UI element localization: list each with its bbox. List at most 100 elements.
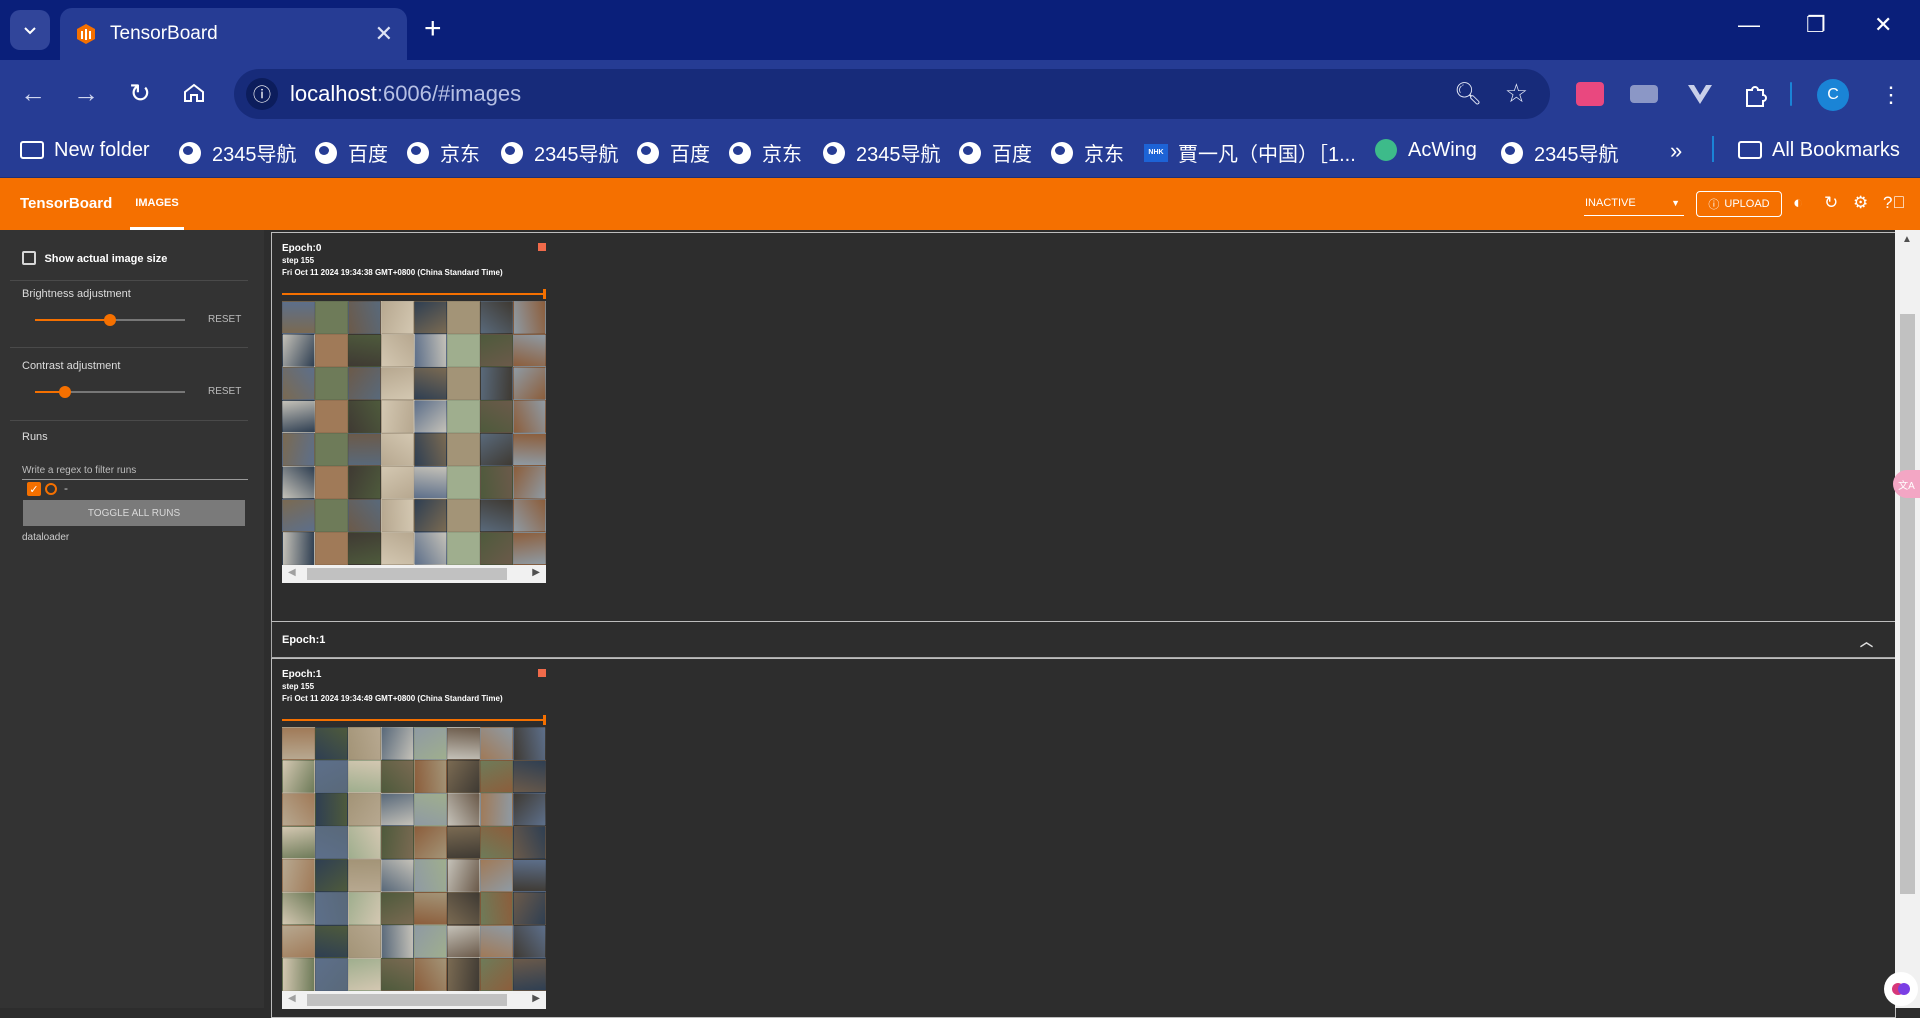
all-bookmarks[interactable]: All Bookmarks bbox=[1738, 138, 1900, 162]
menu-kebab-icon[interactable]: ⋮ bbox=[1880, 82, 1908, 107]
scroll-left-icon[interactable]: ◀ bbox=[288, 993, 296, 1004]
restore-button[interactable]: ❐ bbox=[1806, 12, 1826, 38]
globe-icon bbox=[728, 141, 752, 165]
show-actual-size-option[interactable]: Show actual image size bbox=[22, 249, 167, 267]
minimize-button[interactable]: — bbox=[1738, 12, 1760, 38]
tensorboard-brand[interactable]: TensorBoard bbox=[20, 195, 112, 212]
scroll-up-icon[interactable]: ▲ bbox=[1902, 234, 1912, 245]
back-button[interactable]: ← bbox=[15, 75, 51, 111]
assistant-brain-icon[interactable] bbox=[1884, 972, 1918, 1006]
url-text[interactable]: localhost:6006/#images bbox=[290, 81, 521, 107]
tab-search-button[interactable] bbox=[10, 10, 50, 50]
image-thumbnail bbox=[447, 793, 480, 826]
image-thumbnail bbox=[447, 892, 480, 925]
scrollbar-thumb[interactable] bbox=[1900, 314, 1915, 894]
bookmark-2345-3[interactable]: 2345导航 bbox=[822, 138, 941, 167]
address-bar[interactable]: ⓘ localhost:6006/#images 🔍︎ ☆ bbox=[234, 69, 1550, 119]
brightness-reset-button[interactable]: RESET bbox=[208, 314, 241, 325]
pin-icon[interactable] bbox=[538, 243, 546, 251]
bookmark-2345-2[interactable]: 2345导航 bbox=[500, 138, 619, 167]
image-thumbnail bbox=[513, 925, 546, 958]
scroll-right-icon[interactable]: ▶ bbox=[532, 567, 540, 578]
contrast-reset-button[interactable]: RESET bbox=[208, 386, 241, 397]
image-thumbnail bbox=[381, 892, 414, 925]
image-thumbnail bbox=[480, 958, 513, 991]
image-card-epoch1: Epoch:1 step 155 Fri Oct 11 2024 19:34:4… bbox=[271, 658, 1896, 1018]
home-button[interactable] bbox=[176, 75, 212, 111]
scrollbar-thumb[interactable] bbox=[307, 568, 507, 580]
bookmark-2345-4[interactable]: 2345导航 bbox=[1500, 138, 1619, 167]
brightness-slider[interactable] bbox=[35, 314, 185, 326]
image-thumbnail bbox=[348, 793, 381, 826]
upload-button[interactable]: ⓘ UPLOAD bbox=[1696, 191, 1782, 217]
browser-tab[interactable]: TensorBoard ✕ bbox=[60, 8, 407, 60]
image-thumbnail bbox=[348, 466, 381, 499]
contrast-slider[interactable] bbox=[35, 386, 185, 398]
plugin-select[interactable]: INACTIVE ▼ bbox=[1584, 192, 1684, 216]
new-tab-button[interactable]: + bbox=[424, 14, 442, 44]
image-thumbnail bbox=[315, 958, 348, 991]
profile-avatar[interactable]: C bbox=[1817, 79, 1849, 111]
step-slider-thumb[interactable] bbox=[543, 289, 546, 299]
image-thumbnail bbox=[480, 334, 513, 367]
bookmark-acwing[interactable]: AcWing bbox=[1374, 138, 1477, 162]
scrollbar-thumb[interactable] bbox=[307, 994, 507, 1006]
reload-button[interactable]: ↻ bbox=[122, 75, 158, 111]
help-icon[interactable]: ?⃝ bbox=[1883, 193, 1905, 213]
step-slider[interactable] bbox=[282, 293, 546, 295]
bookmark-star-icon[interactable]: ☆ bbox=[1505, 78, 1528, 109]
image-thumbnail bbox=[513, 367, 546, 400]
bookmark-baidu-3[interactable]: 百度 bbox=[958, 138, 1032, 167]
image-thumbnail bbox=[348, 433, 381, 466]
dataloader-label: dataloader bbox=[22, 532, 70, 543]
image-thumbnail bbox=[447, 760, 480, 793]
extensions-puzzle-icon[interactable] bbox=[1742, 82, 1770, 107]
pin-icon[interactable] bbox=[538, 669, 546, 677]
runs-filter-input[interactable]: Write a regex to filter runs bbox=[22, 456, 248, 480]
scroll-left-icon[interactable]: ◀ bbox=[288, 567, 296, 578]
bookmark-nhk[interactable]: NHK 賈一凡（中国）［1... bbox=[1144, 138, 1356, 167]
image-thumbnail bbox=[315, 532, 348, 565]
bookmark-jd-1[interactable]: 京东 bbox=[406, 138, 480, 167]
horizontal-scrollbar[interactable]: ◀ ▶ bbox=[282, 565, 546, 583]
show-actual-size-checkbox[interactable] bbox=[22, 250, 36, 265]
image-grid bbox=[282, 301, 546, 565]
brightness-slider-thumb[interactable] bbox=[104, 314, 116, 326]
step-slider[interactable] bbox=[282, 719, 546, 721]
vue-devtools-icon[interactable] bbox=[1686, 82, 1714, 106]
chevron-up-icon[interactable]: ︿ bbox=[1860, 631, 1873, 650]
bookmark-new-folder[interactable]: New folder bbox=[20, 138, 150, 162]
site-info-icon[interactable]: ⓘ bbox=[246, 78, 278, 110]
bookmarks-overflow-icon[interactable]: » bbox=[1670, 138, 1682, 164]
bookmark-jd-3[interactable]: 京东 bbox=[1050, 138, 1124, 167]
forward-button[interactable]: → bbox=[68, 75, 104, 111]
image-thumbnail bbox=[381, 826, 414, 859]
bookmark-baidu-1[interactable]: 百度 bbox=[314, 138, 388, 167]
theme-toggle-icon[interactable]: ◐ bbox=[1793, 193, 1803, 213]
settings-gear-icon[interactable]: ⚙ bbox=[1853, 193, 1868, 213]
bookmark-jd-2[interactable]: 京东 bbox=[728, 138, 802, 167]
tab-close-icon[interactable]: ✕ bbox=[375, 21, 393, 47]
translate-bubble-icon[interactable]: 文A bbox=[1893, 470, 1920, 498]
run-checkbox[interactable]: ✓ bbox=[27, 482, 41, 496]
tab-images[interactable]: IMAGES bbox=[130, 178, 184, 230]
image-thumbnail bbox=[513, 400, 546, 433]
toggle-all-runs-button[interactable]: TOGGLE ALL RUNS bbox=[23, 500, 245, 526]
refresh-icon[interactable]: ↻ bbox=[1824, 193, 1838, 213]
contrast-slider-thumb[interactable] bbox=[59, 386, 71, 398]
card-header-epoch1[interactable]: Epoch:1 ︿ bbox=[271, 622, 1896, 658]
run-color-icon[interactable] bbox=[45, 483, 57, 495]
step-slider-thumb[interactable] bbox=[543, 715, 546, 725]
tv-extension-icon[interactable] bbox=[1630, 85, 1658, 103]
translate-extension-icon[interactable] bbox=[1576, 82, 1604, 106]
scroll-right-icon[interactable]: ▶ bbox=[532, 993, 540, 1004]
image-thumbnail bbox=[447, 499, 480, 532]
horizontal-scrollbar[interactable]: ◀ ▶ bbox=[282, 991, 546, 1009]
vertical-scrollbar[interactable]: ▲ bbox=[1895, 230, 1920, 1008]
close-window-button[interactable]: ✕ bbox=[1874, 12, 1892, 38]
zoom-icon[interactable]: 🔍︎ bbox=[1454, 81, 1482, 107]
sidebar: Show actual image size Brightness adjust… bbox=[0, 230, 264, 1008]
bookmark-2345-1[interactable]: 2345导航 bbox=[178, 138, 297, 167]
bookmark-baidu-2[interactable]: 百度 bbox=[636, 138, 710, 167]
image-thumbnail bbox=[480, 727, 513, 760]
